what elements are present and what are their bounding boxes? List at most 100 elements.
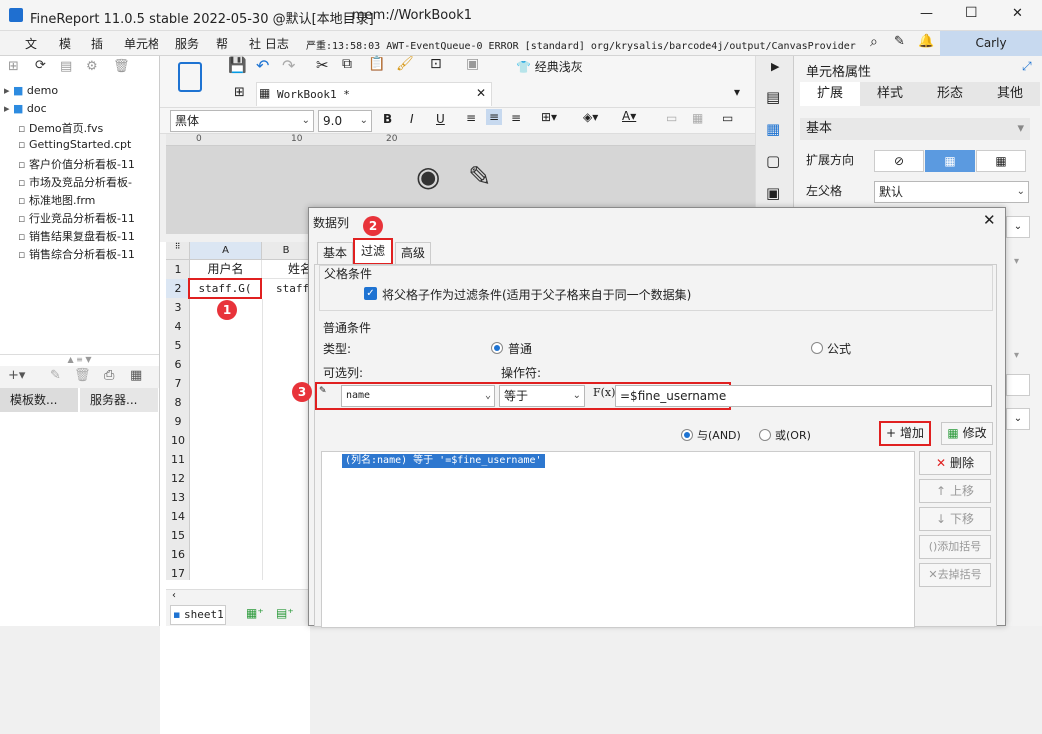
menu-cell[interactable]: 单元格 bbox=[124, 35, 158, 52]
border-icon[interactable]: ⊞▾ bbox=[541, 110, 557, 124]
align-right-icon[interactable]: ≡ bbox=[511, 111, 521, 125]
or-radio[interactable] bbox=[759, 429, 771, 441]
expand-vertical-button[interactable]: ▦ bbox=[925, 150, 975, 172]
left-parent-select[interactable]: 默认 ⌄ bbox=[874, 181, 1029, 203]
close-tab-icon[interactable]: ✕ bbox=[476, 86, 486, 100]
row-header[interactable]: 16 bbox=[166, 545, 190, 564]
font-color-icon[interactable]: A▾ bbox=[622, 109, 636, 123]
tree-item[interactable]: ▫ 销售综合分析看板-11 bbox=[4, 246, 156, 264]
add-icon[interactable]: +▾ bbox=[8, 368, 25, 383]
frame-icon[interactable]: ▢ bbox=[766, 152, 780, 170]
tree-splitter[interactable]: ▲ ≡ ▼ bbox=[0, 354, 159, 366]
sheet-tab[interactable]: ▪ sheet1 bbox=[170, 605, 226, 625]
select-all-corner[interactable]: ⠿ bbox=[166, 242, 190, 260]
hidden-arrow-2[interactable]: ▾ bbox=[1014, 350, 1019, 361]
row-header[interactable]: 13 bbox=[166, 488, 190, 507]
menu-help[interactable]: 帮 bbox=[216, 35, 228, 52]
layout-icon[interactable]: ▤ bbox=[766, 88, 780, 106]
cut-icon[interactable]: ✂ bbox=[316, 56, 329, 74]
parent-filter-checkbox[interactable]: ✓ bbox=[364, 287, 377, 300]
bold-icon[interactable]: B bbox=[383, 112, 392, 126]
move-up-button[interactable]: ↑ 上移 bbox=[919, 479, 991, 503]
menu-community-log[interactable]: 社 日志 bbox=[249, 35, 289, 52]
tab-template-dataset[interactable]: 模板数... bbox=[0, 388, 78, 412]
close-window-button[interactable]: ✕ bbox=[1012, 6, 1023, 21]
image-icon[interactable]: ▣ bbox=[466, 56, 479, 72]
menu-template[interactable]: 模 bbox=[59, 35, 71, 52]
column-select[interactable]: name ⌄ bbox=[341, 385, 495, 407]
split-cells-icon[interactable]: ▦ bbox=[692, 111, 703, 125]
font-size-select[interactable]: 9.0 ⌄ bbox=[318, 110, 372, 132]
widget-icon[interactable]: ▣ bbox=[766, 184, 780, 202]
menu-server[interactable]: 服务 bbox=[175, 35, 199, 52]
type-formula-radio[interactable] bbox=[811, 342, 823, 354]
tree-item[interactable]: ▫ 客户价值分析看板-11 bbox=[4, 156, 156, 174]
menu-insert[interactable]: 插 bbox=[91, 35, 103, 52]
maximize-button[interactable]: ☐ bbox=[965, 5, 978, 21]
dataset-icon[interactable]: ▦ bbox=[130, 368, 142, 383]
add-sheet-icon[interactable]: ▦⁺ bbox=[246, 606, 264, 620]
cell-a2[interactable]: staff.G( bbox=[188, 278, 262, 299]
hidden-select-1[interactable]: ⌄ bbox=[1006, 216, 1030, 238]
user-button[interactable]: Carly bbox=[940, 31, 1042, 56]
tab-other[interactable]: 其他 bbox=[980, 82, 1040, 106]
search-icon[interactable]: ⌕ bbox=[870, 34, 878, 50]
tree-item[interactable]: ▫ 销售结果复盘看板-11 bbox=[4, 228, 156, 246]
tab-form[interactable]: 形态 bbox=[920, 82, 980, 106]
row-header[interactable]: 17 bbox=[166, 564, 190, 583]
move-down-button[interactable]: ↓ 下移 bbox=[919, 507, 991, 531]
preview-icon[interactable]: ⎙ bbox=[104, 368, 114, 383]
row-header[interactable]: 15 bbox=[166, 526, 190, 545]
new-folder-icon[interactable]: ⊞ bbox=[8, 59, 19, 74]
template-icon[interactable] bbox=[178, 62, 202, 92]
paste-icon[interactable]: 📋 bbox=[368, 56, 385, 72]
workbook-tab[interactable]: ▦ WorkBook1 * ✕ bbox=[256, 82, 492, 106]
menu-file[interactable]: 文 bbox=[25, 35, 37, 52]
trash-icon[interactable]: 🗑 bbox=[74, 368, 91, 383]
and-radio[interactable] bbox=[681, 429, 693, 441]
align-center-icon[interactable]: ≡ bbox=[486, 109, 503, 125]
tree-item[interactable]: ▸ ■ demo bbox=[4, 84, 156, 102]
row-header[interactable]: 2 bbox=[166, 279, 190, 298]
row-header[interactable]: 9 bbox=[166, 412, 190, 431]
add-report-icon[interactable]: ▤⁺ bbox=[276, 606, 294, 620]
tree-item[interactable]: ▸ ■ doc bbox=[4, 102, 156, 120]
bell-icon[interactable]: 🔔 bbox=[918, 34, 934, 49]
tab-expand[interactable]: 扩展 bbox=[800, 82, 860, 106]
cell-b2[interactable]: staff. bbox=[262, 279, 310, 298]
row-header[interactable]: 12 bbox=[166, 469, 190, 488]
row-header[interactable]: 6 bbox=[166, 355, 190, 374]
collapse-arrow-icon[interactable]: ▶ bbox=[771, 60, 779, 73]
hidden-input[interactable] bbox=[1006, 374, 1030, 396]
edit-note-icon[interactable]: ✎ bbox=[894, 34, 905, 49]
row-header[interactable]: 1 bbox=[166, 260, 190, 279]
redo-icon[interactable]: ↷ bbox=[282, 56, 295, 75]
row-header[interactable]: 10 bbox=[166, 431, 190, 450]
horizontal-scrollbar[interactable]: ‹ bbox=[166, 589, 308, 603]
classic-gray-button[interactable]: 👕 经典浅灰 bbox=[516, 58, 583, 75]
row-header[interactable]: 14 bbox=[166, 507, 190, 526]
open-icon[interactable]: ▤ bbox=[60, 59, 72, 74]
refresh-icon[interactable]: ⟳ bbox=[35, 58, 46, 73]
hidden-select-2[interactable]: ⌄ bbox=[1006, 408, 1030, 430]
formula-button[interactable]: F(x) bbox=[593, 386, 615, 399]
row-header[interactable]: 11 bbox=[166, 450, 190, 469]
condition-item[interactable]: (列名:name) 等于 '=$fine_username' bbox=[342, 454, 545, 468]
operator-select[interactable]: 等于 ⌄ bbox=[499, 385, 585, 407]
remove-paren-button[interactable]: ✕去掉括号 bbox=[919, 563, 991, 587]
italic-icon[interactable]: I bbox=[410, 112, 414, 126]
hide-eye-icon[interactable]: ◉ bbox=[416, 160, 440, 193]
pin-icon[interactable]: ⤢ bbox=[1022, 59, 1032, 74]
tree-item[interactable]: ▫ GettingStarted.cpt bbox=[4, 138, 156, 156]
delete-condition-button[interactable]: ✕ 删除 bbox=[919, 451, 991, 475]
row-header[interactable]: 3 bbox=[166, 298, 190, 317]
copy-icon[interactable]: ⧉ bbox=[342, 56, 352, 72]
row-header[interactable]: 5 bbox=[166, 336, 190, 355]
delete-icon[interactable]: 🗑 bbox=[113, 59, 130, 74]
minimize-button[interactable]: — bbox=[920, 6, 933, 21]
expand-horizontal-button[interactable]: ▦ bbox=[976, 150, 1026, 172]
grid-icon[interactable]: ⊞ bbox=[234, 85, 245, 100]
dialog-close-icon[interactable]: ✕ bbox=[983, 211, 996, 229]
save-icon[interactable]: 💾 bbox=[228, 56, 247, 74]
column-header-b[interactable]: B bbox=[262, 242, 310, 260]
